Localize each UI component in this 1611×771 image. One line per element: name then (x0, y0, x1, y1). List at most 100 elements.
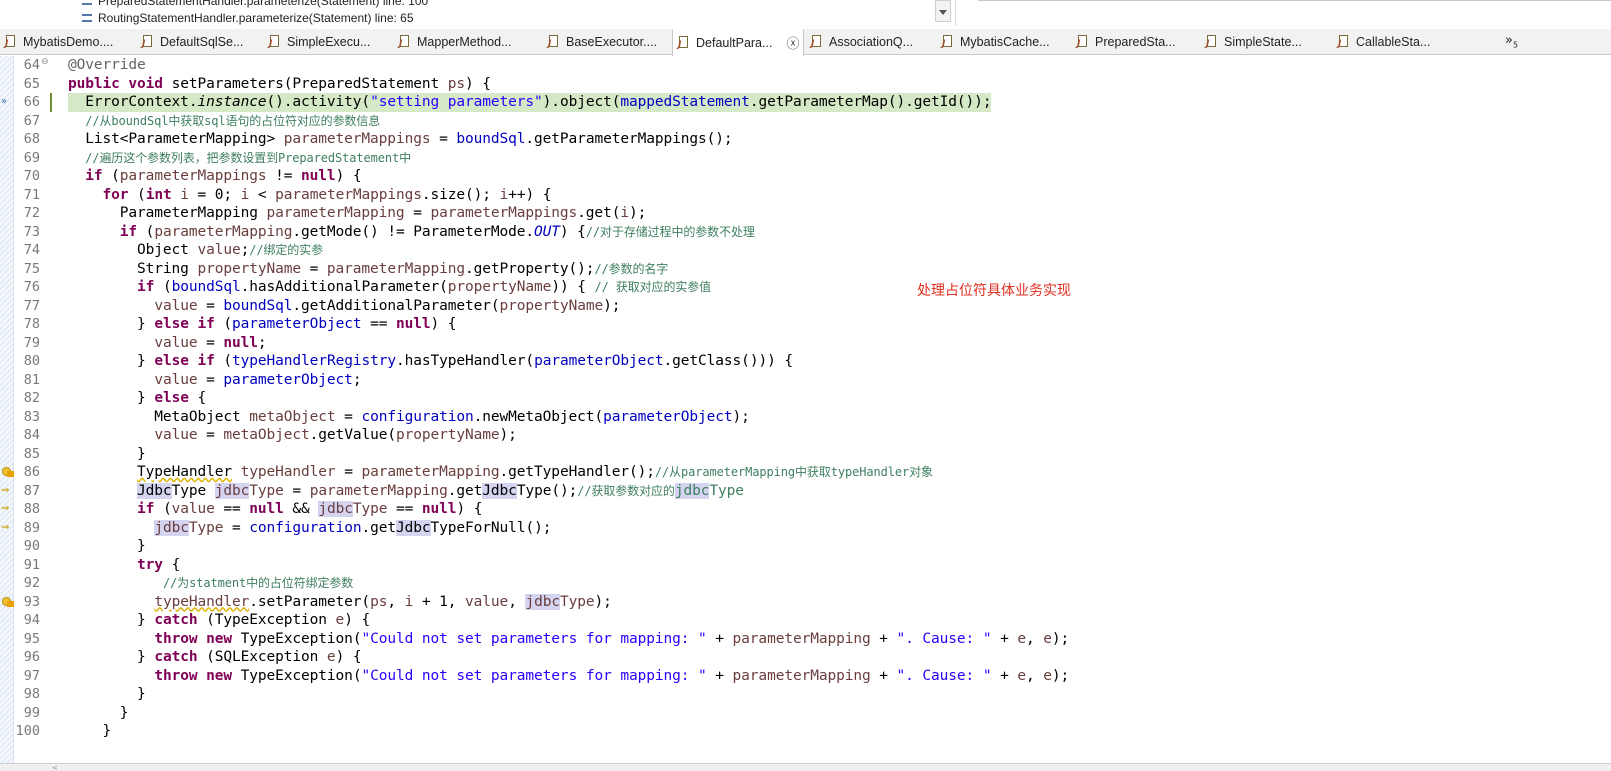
line-number: 75 (23, 260, 40, 277)
code-token: "Could not set parameters for mapping: " (361, 630, 707, 647)
code-line[interactable]: 81 value = parameterObject; (14, 371, 1611, 390)
code-line[interactable]: 85 } (14, 445, 1611, 464)
code-token: + 1, (413, 593, 466, 610)
code-line[interactable]: 64 ⊖ @Override (14, 56, 1611, 75)
code-token: = (197, 334, 224, 351)
line-number: 86 (23, 464, 40, 480)
stack-scrollbar[interactable] (935, 0, 951, 22)
code-line[interactable]: 98 } (14, 685, 1611, 704)
code-token: i (404, 593, 414, 610)
code-token: throw (154, 667, 198, 684)
code-line[interactable]: 76 if (boundSql.hasAdditionalParameter(p… (14, 278, 1611, 297)
editor-tab[interactable]: J DefaultSqlSe... (137, 29, 261, 55)
code-line[interactable]: 92 //为statment中的占位符绑定参数 (14, 574, 1611, 593)
code-token: propertyName (197, 260, 302, 277)
code-editor[interactable]: » ⇒ ⇒ ⇒ 64 ⊖ @Override 65 public void setParame… (0, 56, 1611, 764)
editor-tab[interactable]: J BaseExecutor.... (543, 29, 669, 55)
code-text: } catch (TypeException e) { (68, 611, 370, 630)
horizontal-scrollbar[interactable]: < (0, 763, 1611, 771)
code-token: value (154, 297, 198, 314)
editor-tab[interactable]: J CallableSta... (1333, 29, 1463, 55)
code-line[interactable]: 86 TypeHandler typeHandler = parameterMa… (14, 463, 1611, 482)
tab-overflow-button[interactable]: »5 (1505, 33, 1518, 50)
editor-ruler[interactable]: » ⇒ ⇒ ⇒ (0, 56, 14, 764)
warning-marker-icon[interactable] (1, 466, 14, 478)
code-line[interactable]: 80 } else if (typeHandlerRegistry.hasTyp… (14, 352, 1611, 371)
code-line[interactable]: 95 throw new TypeException("Could not se… (14, 630, 1611, 649)
warning-marker-icon[interactable] (1, 596, 14, 608)
code-line[interactable]: 94 } catch (TypeException e) { (14, 611, 1611, 630)
code-line[interactable]: 88 if (value == null && jdbcType == null… (14, 500, 1611, 519)
code-token: "Could not set parameters for mapping: " (361, 667, 707, 684)
code-line[interactable]: 74 Object value;//绑定的实参 (14, 241, 1611, 260)
code-token: .newMetaObject( (473, 408, 604, 425)
code-line[interactable]: 100 } (14, 722, 1611, 741)
code-text: value = metaObject.getValue(propertyName… (68, 426, 517, 445)
code-line[interactable]: 82 } else { (14, 389, 1611, 408)
panel-divider[interactable] (955, 0, 956, 26)
editor-tab[interactable]: J SimpleExecu... (264, 29, 390, 55)
code-line[interactable]: 90 } (14, 537, 1611, 556)
occurrence-marker-icon[interactable]: ⇒ (1, 522, 13, 534)
code-line[interactable]: 89 jdbcType = configuration.getJdbcTypeF… (14, 519, 1611, 538)
close-tab-icon[interactable]: ⓧ (786, 33, 799, 52)
editor-tab[interactable]: J MapperMethod... (394, 29, 540, 55)
code-line[interactable]: 87 JdbcType jdbcType = parameterMapping.… (14, 482, 1611, 501)
occurrence-marker-icon[interactable]: ⇒ (1, 503, 13, 515)
code-line[interactable]: 84 value = metaObject.getValue(propertyN… (14, 426, 1611, 445)
code-token: ) { (465, 75, 491, 92)
code-line[interactable]: 66 ErrorContext.instance().activity("set… (14, 93, 1611, 112)
code-line[interactable]: 73 if (parameterMapping.getMode() != Par… (14, 223, 1611, 242)
code-line[interactable]: 68 List<ParameterMapping> parameterMappi… (14, 130, 1611, 149)
scroll-left-icon[interactable]: < (52, 764, 58, 771)
editor-tab[interactable]: J PreparedSta... (1072, 29, 1198, 55)
code-line[interactable]: 77 value = boundSql.getAdditionalParamet… (14, 297, 1611, 316)
occurrence-marker-icon[interactable]: ⇒ (1, 485, 13, 497)
code-line[interactable]: 75 String propertyName = parameterMappin… (14, 260, 1611, 279)
code-token: ps (447, 75, 466, 92)
editor-tab[interactable]: J DefaultPara... ⓧ (672, 29, 804, 56)
editor-tab[interactable]: J MybatisDemo.... (0, 29, 133, 55)
code-line[interactable]: 97 throw new TypeException("Could not se… (14, 667, 1611, 686)
code-token: value (197, 242, 241, 258)
debug-current-icon[interactable]: » (1, 96, 13, 108)
code-token: if (85, 168, 103, 184)
code-token: ().activity( (266, 94, 371, 110)
code-token: parameterMappings (430, 205, 578, 221)
code-line[interactable]: 78 } else if (parameterObject == null) { (14, 315, 1611, 334)
code-line[interactable]: 65 public void setParameters(PreparedStat… (14, 75, 1611, 94)
java-file-icon: J (142, 35, 154, 49)
editor-tab[interactable]: J AssociationQ... (806, 29, 934, 55)
code-token: propertyName (499, 297, 604, 314)
stack-frame[interactable]: PreparedStatementHandler.parameterize(St… (82, 0, 428, 8)
code-line[interactable]: 83 MetaObject metaObject = configuration… (14, 408, 1611, 427)
code-token: Type (559, 593, 595, 610)
code-token: i (620, 205, 629, 221)
code-line[interactable]: 69 //遍历这个参数列表，把参数设置到PreparedStatement中 (14, 149, 1611, 168)
code-token: Type (352, 501, 388, 517)
code-line[interactable]: 79 value = null; (14, 334, 1611, 353)
fold-toggle-icon[interactable]: ⊖ (41, 57, 49, 67)
code-line[interactable]: 67 //从boundSql中获取sql语句的占位符对应的参数信息 (14, 112, 1611, 131)
code-token: //为statment中的占位符绑定参数 (162, 576, 354, 590)
java-file-icon: J (269, 35, 281, 49)
code-token: typeHandler (154, 593, 250, 610)
java-file-icon: J (548, 35, 560, 49)
code-line[interactable]: 91 try { (14, 556, 1611, 575)
code-token: //遍历这个参数列表，把参数设置到PreparedStatement中 (85, 150, 412, 165)
code-line[interactable]: 70 if (parameterMappings != null) { (14, 167, 1611, 186)
code-token: "setting parameters" (370, 94, 543, 110)
editor-tab-label: CallableSta... (1356, 35, 1431, 49)
editor-tab[interactable]: J MybatisCache... (937, 29, 1069, 55)
code-text: } catch (SQLException e) { (68, 648, 362, 667)
code-line[interactable]: 71 for (int i = 0; i < parameterMappings… (14, 186, 1611, 205)
code-line[interactable]: 96 } catch (SQLException e) { (14, 648, 1611, 667)
stack-frame[interactable]: RoutingStatementHandler.parameterize(Sta… (82, 11, 414, 25)
code-line[interactable]: 72 ParameterMapping parameterMapping = p… (14, 204, 1611, 223)
scroll-down-icon[interactable] (939, 10, 947, 15)
code-line[interactable]: 99 } (14, 704, 1611, 723)
code-line[interactable]: 93 typeHandler.setParameter(ps, i + 1, v… (14, 593, 1611, 612)
editor-tab[interactable]: J SimpleState... (1201, 29, 1329, 55)
